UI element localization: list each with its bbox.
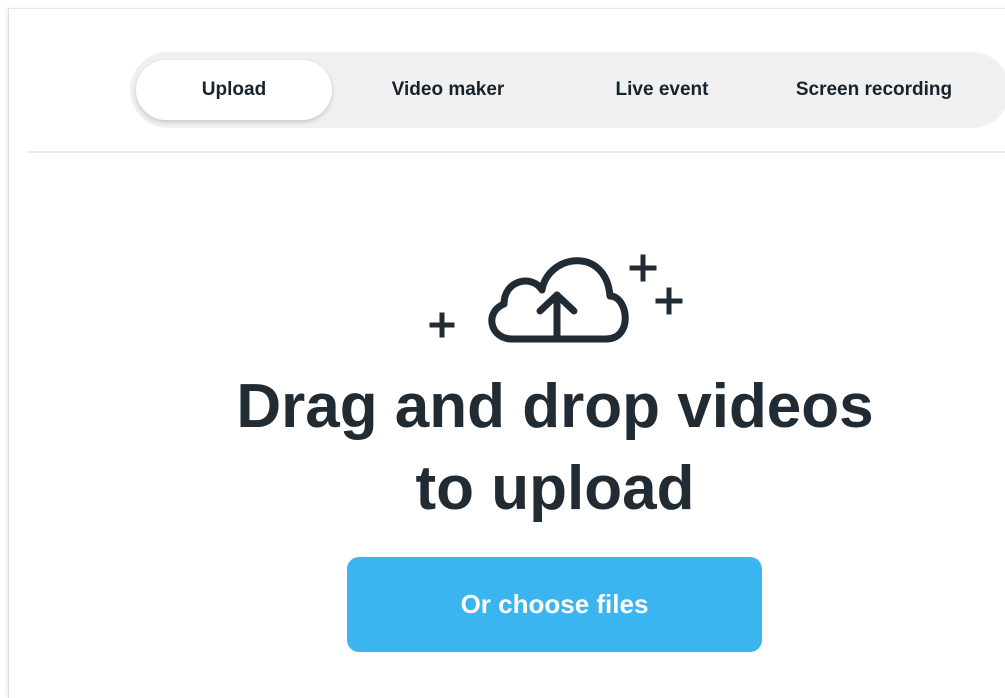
upload-mode-tabs: Upload Video maker Live event Screen rec…: [130, 52, 1005, 128]
choose-files-button[interactable]: Or choose files: [347, 557, 762, 652]
cloud-upload-icon: [429, 254, 683, 343]
dropzone-headline: Drag and drop videos to upload: [236, 372, 874, 523]
arrow-up-icon: [536, 291, 578, 343]
tab-upload[interactable]: Upload: [136, 60, 332, 120]
tab-video-maker[interactable]: Video maker: [350, 60, 546, 120]
tab-screen-recording[interactable]: Screen recording: [776, 60, 972, 120]
divider: [28, 151, 1005, 153]
tab-live-event[interactable]: Live event: [564, 60, 760, 120]
